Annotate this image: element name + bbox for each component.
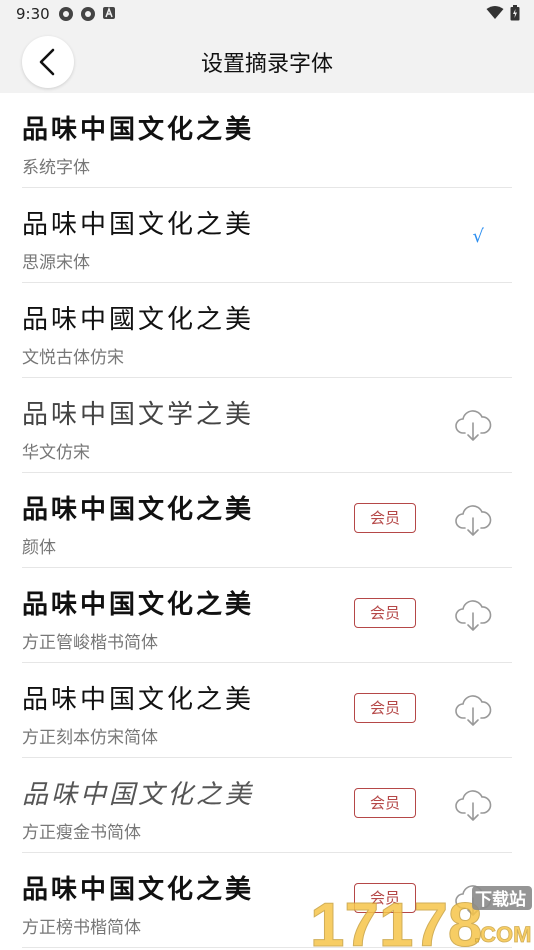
vip-badge: 会员	[354, 598, 416, 628]
font-name-label: 方正刻本仿宋简体	[22, 728, 158, 748]
font-sample-text: 品味中国文学之美	[22, 400, 255, 430]
wifi-icon	[486, 6, 504, 19]
font-sample-text: 品味中国文化之美	[22, 115, 255, 145]
font-sample-text: 品味中国文化之美	[22, 590, 255, 620]
font-item-wenyue-gu-fangsong[interactable]: 品味中國文化之美 文悦古体仿宋	[22, 283, 512, 378]
a-notification-icon	[103, 6, 115, 19]
font-name-label: 华文仿宋	[22, 443, 90, 463]
font-sample-text: 品味中国文化之美	[22, 685, 255, 715]
status-bar: 9:30	[0, 0, 534, 28]
cloud-download-icon[interactable]	[454, 788, 492, 822]
font-sample-text: 品味中国文化之美	[22, 780, 255, 810]
font-name-label: 方正管峻楷书简体	[22, 633, 158, 653]
status-system-icons	[486, 5, 520, 21]
font-sample-text: 品味中国文化之美	[22, 495, 255, 525]
font-name-label: 方正瘦金书简体	[22, 823, 141, 843]
watermark-subtitle: 下载站	[475, 889, 526, 910]
font-sample-text: 品味中国文化之美	[22, 210, 255, 240]
cloud-download-icon[interactable]	[454, 598, 492, 632]
app-notification-icon	[59, 7, 73, 21]
font-item-fz-guanjun-kaishu[interactable]: 品味中国文化之美 方正管峻楷书简体 会员	[22, 568, 512, 663]
font-item-yanti[interactable]: 品味中国文化之美 颜体 会员	[22, 473, 512, 568]
site-watermark-logo: 17178 下载站 .COM	[310, 886, 532, 950]
page-title: 设置摘录字体	[200, 52, 333, 77]
font-name-label: 文悦古体仿宋	[22, 348, 124, 368]
top-app-bar: 设置摘录字体	[0, 28, 534, 93]
watermark-domain: .COM	[474, 922, 531, 947]
vip-badge: 会员	[354, 693, 416, 723]
font-item-source-han-serif[interactable]: 品味中国文化之美 思源宋体 √	[22, 188, 512, 283]
font-sample-text: 品味中國文化之美	[22, 305, 255, 335]
font-sample-text: 品味中国文化之美	[22, 875, 255, 905]
cloud-download-icon[interactable]	[454, 693, 492, 727]
font-item-fz-shoujinshu[interactable]: 品味中国文化之美 方正瘦金书简体 会员	[22, 758, 512, 853]
font-name-label: 方正榜书楷简体	[22, 918, 141, 938]
font-name-label: 颜体	[22, 538, 56, 558]
selected-check-icon: √	[472, 226, 484, 247]
font-item-huawen-fangsong[interactable]: 品味中国文学之美 华文仿宋	[22, 378, 512, 473]
font-item-system[interactable]: 品味中国文化之美 系统字体	[22, 93, 512, 188]
vip-badge: 会员	[354, 503, 416, 533]
battery-icon	[510, 5, 520, 21]
status-notification-icons	[58, 6, 116, 22]
cloud-download-icon[interactable]	[454, 503, 492, 537]
app-notification-icon	[81, 7, 95, 21]
watermark-digits: 17178	[310, 891, 482, 950]
font-name-label: 系统字体	[22, 158, 90, 178]
font-name-label: 思源宋体	[22, 253, 90, 273]
vip-badge: 会员	[354, 788, 416, 818]
status-time: 9:30	[16, 5, 50, 23]
font-item-fz-keben-fangsong[interactable]: 品味中国文化之美 方正刻本仿宋简体 会员	[22, 663, 512, 758]
cloud-download-icon[interactable]	[454, 408, 492, 442]
font-list: 品味中国文化之美 系统字体 品味中国文化之美 思源宋体 √ 品味中國文化之美 文…	[0, 93, 534, 948]
